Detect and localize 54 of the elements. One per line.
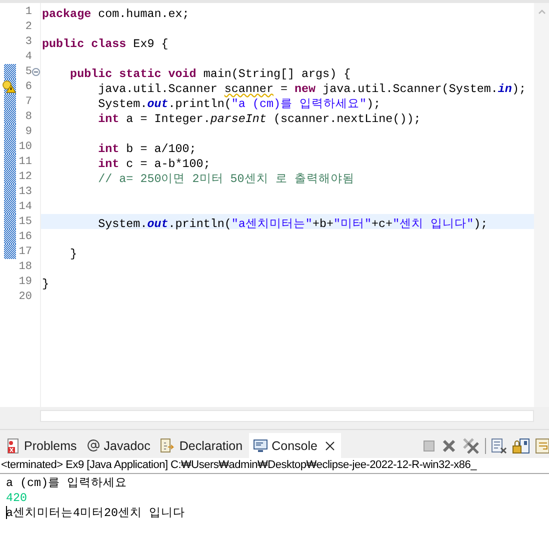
monitor-icon [252, 438, 268, 452]
horizontal-scrollbar[interactable] [40, 410, 534, 422]
at-sign-icon [86, 439, 100, 452]
code-line: // a= 250이면 2미터 50센치 로 출력해야됨 [97, 171, 354, 186]
code-line: System.out.println("a센치미터는"+b+"미터"+c+"센치 입니다"); [97, 216, 488, 231]
scroll-lock-icon[interactable] [512, 438, 530, 454]
line-number: 11 [18, 156, 32, 168]
remove-icon[interactable] [441, 438, 457, 454]
line-number: 14 [18, 200, 32, 212]
code-line: java.util.Scanner scanner = new java.util.Scanner(System.in); [97, 82, 526, 97]
line-number: 1 [24, 6, 32, 18]
line-number: 18 [18, 260, 32, 272]
declaration-icon [160, 438, 176, 454]
word-wrap-icon[interactable] [535, 438, 549, 454]
panel-tab[interactable]: Declaration [156, 433, 249, 458]
line-number: 17 [18, 246, 32, 258]
panel-tab[interactable]: Problems [2, 433, 83, 458]
stop-icon[interactable] [422, 438, 436, 452]
code-line: public class Ex9 { [41, 37, 168, 52]
clear-console-icon[interactable] [491, 438, 507, 454]
code-line: int b = a/100; [97, 142, 196, 157]
line-number: 16 [18, 230, 32, 242]
line-number: 13 [18, 186, 32, 198]
line-number: 9 [24, 126, 32, 138]
code-line: int c = a-b*100; [97, 157, 210, 172]
line-number: 3 [24, 36, 32, 48]
output-text: a (cm)를 입력하세요 [6, 475, 128, 490]
line-number: 12 [18, 170, 32, 182]
line-number: 4 [24, 50, 32, 62]
code-line: } [41, 277, 50, 292]
output-text: a센치미터는4미터20센치 입니다 [6, 505, 186, 520]
line-number: 7 [24, 96, 32, 108]
panel-tab[interactable]: Javadoc [82, 433, 156, 458]
remove-all-icon[interactable] [462, 437, 480, 454]
code-line: package com.human.ex; [41, 7, 190, 22]
line-number: 5 [24, 66, 32, 78]
input-text: 420 [6, 490, 28, 504]
line-number: 6 [24, 80, 32, 92]
launch-status: <terminated> Ex9 [Java Application] C:₩Users₩admin₩Desktop₩eclipse-jee-2022-12-R-win32-x86_ [0, 458, 549, 474]
collapse-icon[interactable] [32, 68, 40, 76]
line-number: 10 [18, 140, 32, 152]
line-number: 15 [18, 216, 32, 228]
code-line: public static void main(String[] args) { [69, 67, 351, 82]
line-number: 20 [18, 290, 32, 302]
panel-tab[interactable]: Console [248, 433, 342, 458]
line-number: 8 [24, 110, 32, 122]
close-icon[interactable] [325, 440, 336, 450]
problems-icon [6, 438, 20, 454]
line-number: 19 [18, 276, 32, 288]
vertical-scrollbar[interactable] [534, 3, 549, 407]
code-line: } [69, 247, 78, 262]
line-number: 2 [24, 20, 32, 32]
code-line: System.out.println("a (cm)를 입력하세요"); [97, 96, 381, 111]
code-line: int a = Integer.parseInt (scanner.nextLine()); [97, 112, 421, 127]
